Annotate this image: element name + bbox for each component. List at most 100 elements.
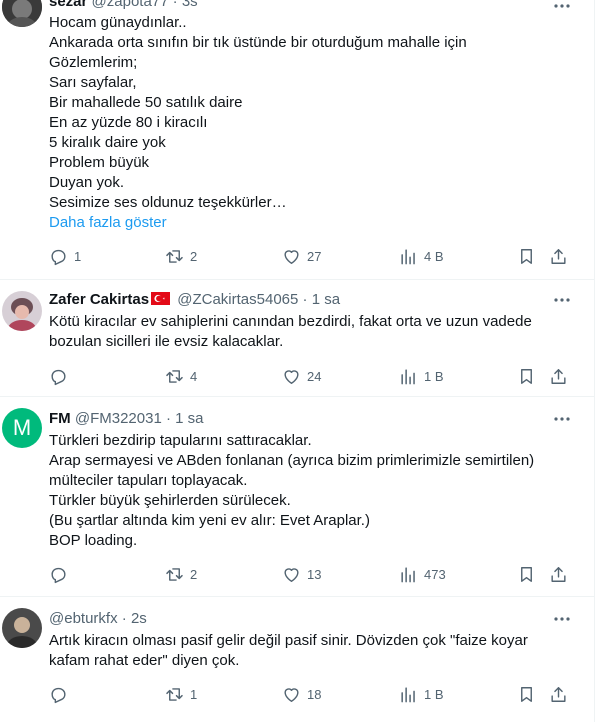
retweet-button[interactable]: 2 <box>165 245 197 267</box>
views-icon <box>401 566 415 582</box>
author-handle[interactable]: @ZCakirtas54065 <box>177 291 298 308</box>
avatar[interactable] <box>2 608 42 648</box>
tweet-text: Hocam günaydınlar.. Ankarada orta sınıfı… <box>49 13 569 233</box>
text-line: Türkleri bezdirip tapularını sattıracakl… <box>49 432 312 449</box>
author-handle[interactable]: @zapota77 <box>92 0 169 10</box>
views-icon <box>401 368 415 384</box>
bookmark-button[interactable] <box>517 245 536 267</box>
share-button[interactable] <box>549 563 568 585</box>
like-icon <box>284 687 299 702</box>
more-icon[interactable] <box>552 409 574 429</box>
separator-dot: · <box>165 410 171 427</box>
retweet-button[interactable]: 1 <box>165 683 197 705</box>
views-button[interactable]: 1 B <box>399 365 444 387</box>
reply-button[interactable] <box>49 563 74 585</box>
text-line: bozulan sicilleri ile evsiz kalacaklar. <box>49 333 284 350</box>
reply-icon <box>51 249 66 265</box>
action-bar: 1 2 27 4 B <box>49 245 580 267</box>
tweet-ebturkfx[interactable]: @ebturkfx · 2s Artık kiracın olması pasi… <box>0 597 594 722</box>
reply-button[interactable] <box>49 365 74 387</box>
bookmark-icon <box>521 686 532 702</box>
turkey-flag-icon <box>151 292 171 305</box>
text-line: Gözlemlerim; <box>49 54 138 71</box>
share-button[interactable] <box>549 365 568 387</box>
more-icon[interactable] <box>552 609 574 629</box>
text-line: Duyan yok. <box>49 174 125 191</box>
show-more-link[interactable]: Daha fazla göster <box>49 213 569 233</box>
author-name[interactable]: sezar <box>49 0 87 10</box>
bookmark-button[interactable] <box>517 563 536 585</box>
tweet-time[interactable]: 3s <box>182 0 198 10</box>
retweet-button[interactable]: 2 <box>165 563 197 585</box>
tweet-time[interactable]: 2s <box>131 610 147 627</box>
author-handle[interactable]: @FM322031 <box>75 410 162 427</box>
share-icon <box>551 248 566 264</box>
author-name[interactable]: FM <box>49 410 71 427</box>
text-line: Problem büyük <box>49 154 150 171</box>
action-bar: 2 13 473 <box>49 563 580 585</box>
share-icon <box>551 368 566 384</box>
text-line: Artık kiracın olması pasif gelir değil p… <box>49 632 528 649</box>
like-button[interactable]: 13 <box>282 563 321 585</box>
tweet-sezar[interactable]: sezar @zapota77 · 3s Hocam günaydınlar..… <box>0 0 594 280</box>
author-name[interactable]: Zafer Cakirtas <box>49 291 149 308</box>
separator-dot: · <box>302 291 308 308</box>
bookmark-icon <box>521 368 532 384</box>
avatar-letter: M <box>12 415 32 440</box>
views-icon <box>401 248 415 264</box>
action-bar: 4 24 1 B <box>49 365 580 387</box>
share-button[interactable] <box>549 683 568 705</box>
bookmark-button[interactable] <box>517 683 536 705</box>
views-count: 1 B <box>424 368 444 384</box>
like-count: 27 <box>307 248 322 264</box>
text-line: Ankarada orta sınıfın bir tık üstünde bi… <box>49 34 467 51</box>
text-line: En az yüzde 80 i kiracılı <box>49 114 208 131</box>
views-button[interactable]: 1 B <box>399 683 444 705</box>
avatar[interactable] <box>2 291 42 331</box>
views-button[interactable]: 4 B <box>399 245 444 267</box>
text-line: 5 kiralık daire yok <box>49 134 166 151</box>
like-button[interactable]: 27 <box>282 245 321 267</box>
reply-button[interactable] <box>49 683 74 705</box>
tweet-fm[interactable]: M FM @FM322031 · 1 sa Türkleri bezdirip … <box>0 397 594 597</box>
views-button[interactable]: 473 <box>399 563 446 585</box>
bookmark-button[interactable] <box>517 365 536 387</box>
reply-button[interactable]: 1 <box>49 245 81 267</box>
retweet-count: 4 <box>190 368 198 384</box>
tweet-zafer[interactable]: Zafer Cakirtas @ZCakirtas54065 · 1 sa Kö… <box>0 280 594 397</box>
share-icon <box>551 566 566 582</box>
bookmark-icon <box>521 248 532 264</box>
tweet-time[interactable]: 1 sa <box>312 291 340 308</box>
tweet-text: Kötü kiracılar ev sahiplerini canından b… <box>49 312 569 352</box>
text-line: Hocam günaydınlar.. <box>49 14 187 31</box>
more-icon[interactable] <box>552 290 574 310</box>
like-button[interactable]: 18 <box>282 683 321 705</box>
text-line: (Bu şartlar altında kim yeni ev alır: Ev… <box>49 512 370 529</box>
like-icon <box>284 249 299 264</box>
like-count: 13 <box>307 566 322 582</box>
like-icon <box>284 369 299 384</box>
like-count: 24 <box>307 368 322 384</box>
like-button[interactable]: 24 <box>282 365 321 387</box>
retweet-count: 2 <box>190 566 198 582</box>
retweet-button[interactable]: 4 <box>165 365 197 387</box>
tweet-header: @ebturkfx · 2s <box>49 609 570 629</box>
retweet-count: 2 <box>190 248 198 264</box>
reply-icon <box>51 369 66 385</box>
avatar[interactable]: M <box>2 408 42 448</box>
text-line: Arap sermayesi ve ABden fonlanan (ayrıca… <box>49 452 535 469</box>
text-line: BOP loading. <box>49 532 138 549</box>
avatar[interactable] <box>2 0 42 27</box>
separator-dot: · <box>121 610 127 627</box>
share-button[interactable] <box>549 245 568 267</box>
tweet-text: Türkleri bezdirip tapularını sattıracakl… <box>49 431 569 551</box>
bookmark-icon <box>521 566 532 582</box>
retweet-icon <box>166 249 183 263</box>
text-line: Sarı sayfalar, <box>49 74 137 91</box>
text-line: mülteciler tapuları toplayacak. <box>49 472 248 489</box>
like-count: 18 <box>307 686 322 702</box>
retweet-icon <box>166 567 183 581</box>
views-count: 4 B <box>424 248 444 264</box>
tweet-time[interactable]: 1 sa <box>175 410 203 427</box>
author-handle[interactable]: @ebturkfx <box>49 610 118 627</box>
